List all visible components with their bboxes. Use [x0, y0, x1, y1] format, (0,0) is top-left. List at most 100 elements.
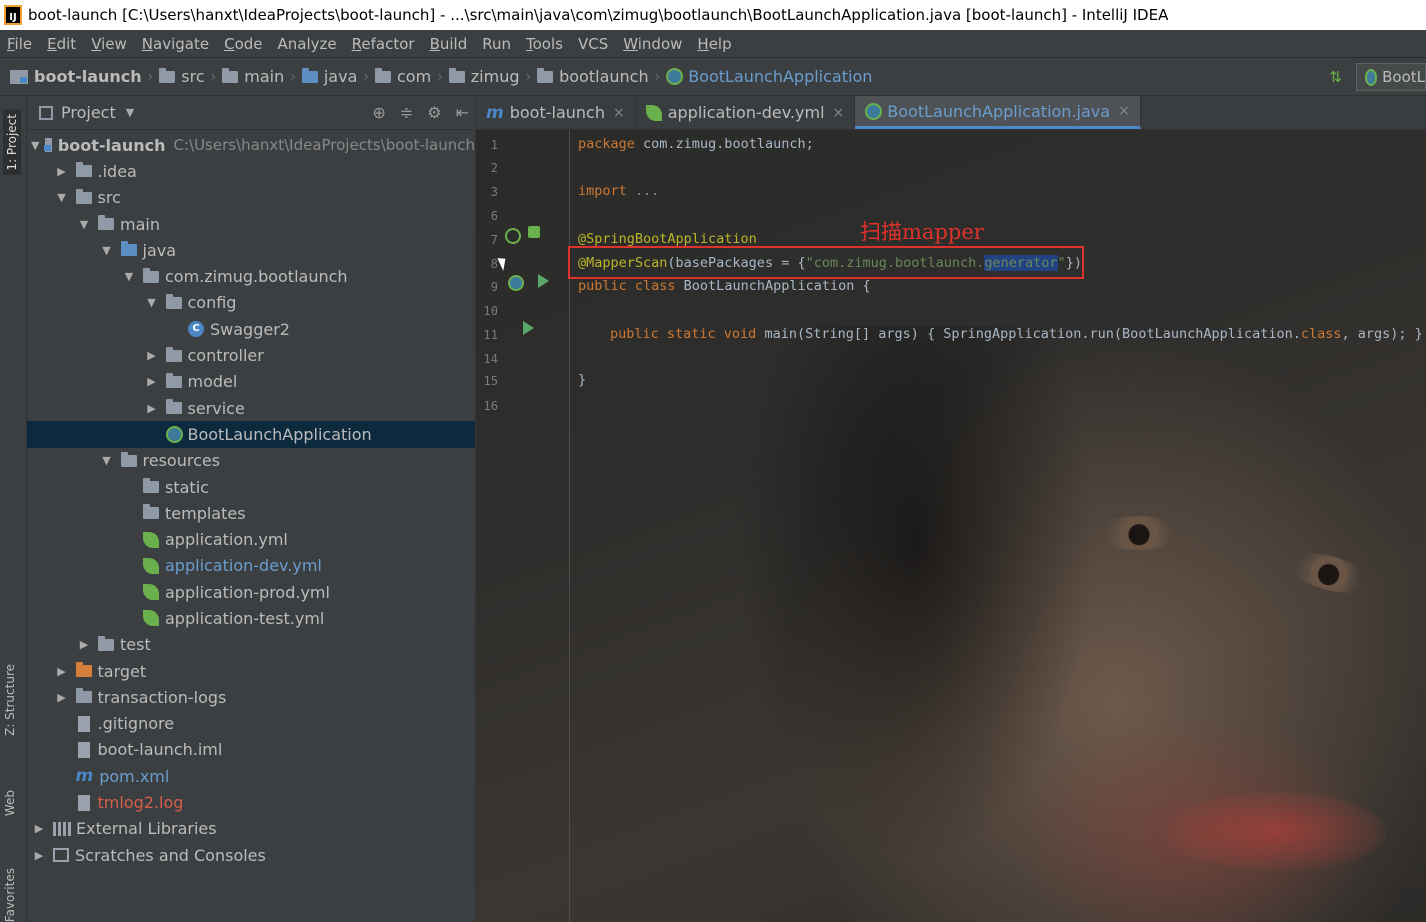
tree-item-templates[interactable]: templates — [27, 500, 475, 526]
tree-item-label: service — [187, 398, 245, 418]
tree-item-label: controller — [187, 346, 264, 366]
tree-item-scratches-and-consoles[interactable]: ▶ Scratches and Consoles — [27, 842, 475, 868]
tree-item-application-yml[interactable]: application.yml — [27, 526, 475, 552]
resources-folder-icon — [120, 451, 137, 467]
tree-item--gitignore[interactable]: .gitignore — [27, 711, 475, 737]
run-configuration-selector[interactable]: BootL — [1356, 63, 1426, 91]
tree-item-application-prod-yml[interactable]: application-prod.yml — [27, 579, 475, 605]
spring-yaml-icon — [143, 557, 159, 574]
menu-vcs[interactable]: VCS — [578, 35, 608, 53]
tab-project[interactable]: 1: Project — [3, 110, 21, 175]
menu-tools[interactable]: Tools — [526, 35, 563, 53]
close-icon[interactable]: × — [833, 105, 845, 121]
expanded-arrow-icon[interactable]: ▼ — [54, 191, 70, 204]
tab-boot-launch[interactable]: m boot-launch × — [476, 96, 636, 129]
tree-item-tmlog2-log[interactable]: tmlog2.log — [27, 789, 475, 815]
sort-icon[interactable]: ⇅ — [1329, 68, 1342, 86]
tree-item-java[interactable]: ▼ java — [27, 237, 475, 263]
tree-item-com-zimug-bootlaunch[interactable]: ▼ com.zimug.bootlaunch — [27, 263, 475, 289]
tab-web[interactable]: Web — [3, 790, 17, 816]
menu-file[interactable]: File — [7, 35, 32, 53]
tree-item-src[interactable]: ▼ src — [27, 185, 475, 211]
spring-yaml-icon — [645, 104, 662, 121]
collapsed-arrow-icon[interactable]: ▶ — [31, 849, 47, 862]
breadcrumb-item-boot-launch[interactable]: boot-launch — [10, 67, 142, 86]
expanded-arrow-icon[interactable]: ▼ — [31, 139, 39, 152]
collapsed-arrow-icon[interactable]: ▶ — [144, 349, 160, 362]
tab-bootlaunchapplication-java[interactable]: BootLaunchApplication.java × — [855, 96, 1141, 129]
collapsed-arrow-icon[interactable]: ▶ — [31, 822, 47, 835]
tree-item-test[interactable]: ▶ test — [27, 632, 475, 658]
menu-refactor[interactable]: Refactor — [352, 35, 415, 53]
collapse-all-icon[interactable]: ≑ — [400, 103, 413, 122]
collapsed-arrow-icon[interactable]: ▶ — [54, 665, 70, 678]
menu-code[interactable]: Code — [224, 35, 262, 53]
breadcrumb-item-src[interactable]: src — [159, 67, 205, 86]
tab-application-dev-yml[interactable]: application-dev.yml × — [636, 96, 856, 129]
spring-boot-class-icon[interactable] — [508, 275, 524, 291]
tree-item-config[interactable]: ▼ config — [27, 290, 475, 316]
tree-item-pom-xml[interactable]: m pom.xml — [27, 763, 475, 789]
menu-run[interactable]: Run — [482, 35, 511, 53]
gear-icon[interactable]: ⚙ — [427, 103, 441, 122]
collapsed-arrow-icon[interactable]: ▶ — [54, 165, 70, 178]
menu-build[interactable]: Build — [430, 35, 468, 53]
menu-help[interactable]: Help — [697, 35, 731, 53]
run-class-icon[interactable] — [538, 274, 549, 288]
tree-item-swagger2[interactable]: C Swagger2 — [27, 316, 475, 342]
menu-view[interactable]: View — [91, 35, 127, 53]
hide-panel-icon[interactable]: ⇤ — [456, 103, 469, 122]
collapsed-arrow-icon[interactable]: ▶ — [54, 691, 70, 704]
tree-item-transaction-logs[interactable]: ▶ transaction-logs — [27, 684, 475, 710]
tree-item-label: Swagger2 — [210, 319, 290, 339]
breadcrumb-item-bootlaunchapplication[interactable]: BootLaunchApplication — [666, 67, 872, 86]
tree-item-model[interactable]: ▶ model — [27, 369, 475, 395]
breadcrumb-item-com[interactable]: com — [374, 67, 432, 86]
tree-item-resources[interactable]: ▼ resources — [27, 448, 475, 474]
tree-item-bootlaunchapplication[interactable]: BootLaunchApplication — [27, 421, 475, 448]
tab-favorites[interactable]: Favorites — [3, 868, 17, 922]
menu-mnemonic: F — [7, 34, 15, 53]
tree-item-application-test-yml[interactable]: application-test.yml — [27, 605, 475, 631]
collapsed-arrow-icon[interactable]: ▶ — [144, 375, 160, 388]
expanded-arrow-icon[interactable]: ▼ — [99, 454, 115, 467]
tree-item-controller[interactable]: ▶ controller — [27, 342, 475, 368]
tree-item-label: resources — [142, 451, 221, 471]
close-icon[interactable]: × — [613, 105, 625, 121]
breadcrumb-label: zimug — [470, 67, 520, 86]
close-icon[interactable]: × — [1118, 103, 1130, 119]
expanded-arrow-icon[interactable]: ▼ — [76, 218, 92, 231]
breadcrumb-item-java[interactable]: java — [301, 67, 357, 86]
file-icon — [77, 741, 90, 758]
menu-window[interactable]: Window — [623, 35, 682, 53]
tree-item-static[interactable]: static — [27, 474, 475, 500]
breadcrumb-item-bootlaunch[interactable]: bootlaunch — [537, 67, 649, 86]
project-view-selector[interactable]: Project ▼ — [39, 103, 134, 122]
menu-analyze[interactable]: Analyze — [278, 35, 337, 53]
locate-icon[interactable]: ⊕ — [372, 103, 385, 122]
collapsed-arrow-icon[interactable]: ▶ — [144, 402, 160, 415]
breadcrumb-item-zimug[interactable]: zimug — [448, 67, 520, 86]
collapsed-arrow-icon[interactable]: ▶ — [76, 638, 92, 651]
tree-item-boot-launch-iml[interactable]: boot-launch.iml — [27, 737, 475, 763]
menu-navigate[interactable]: Navigate — [142, 35, 209, 53]
expanded-arrow-icon[interactable]: ▼ — [99, 244, 115, 257]
tree-item-boot-launch[interactable]: ▼ boot-launch C:\Users\hanxt\IdeaProjects\… — [27, 132, 475, 158]
expanded-arrow-icon[interactable]: ▼ — [121, 270, 137, 283]
tree-item--idea[interactable]: ▶ .idea — [27, 158, 475, 184]
tree-item-service[interactable]: ▶ service — [27, 395, 475, 421]
tree-item-application-dev-yml[interactable]: application-dev.yml — [27, 553, 475, 579]
intellij-icon: IJ — [4, 5, 22, 25]
expanded-arrow-icon[interactable]: ▼ — [144, 296, 160, 309]
tree-item-main[interactable]: ▼ main — [27, 211, 475, 237]
breadcrumb-label: com — [396, 67, 432, 86]
menu-edit[interactable]: Edit — [47, 35, 76, 53]
folder-icon — [222, 67, 239, 83]
spring-config-icon[interactable] — [528, 226, 540, 238]
tree-item-target[interactable]: ▶ target — [27, 658, 475, 684]
breadcrumb-item-main[interactable]: main — [222, 67, 284, 86]
tree-item-external-libraries[interactable]: ▶ External Libraries — [27, 816, 475, 842]
run-main-icon[interactable] — [523, 321, 534, 335]
spring-bean-icon[interactable] — [505, 228, 521, 244]
tab-structure[interactable]: Z: Structure — [3, 664, 17, 736]
